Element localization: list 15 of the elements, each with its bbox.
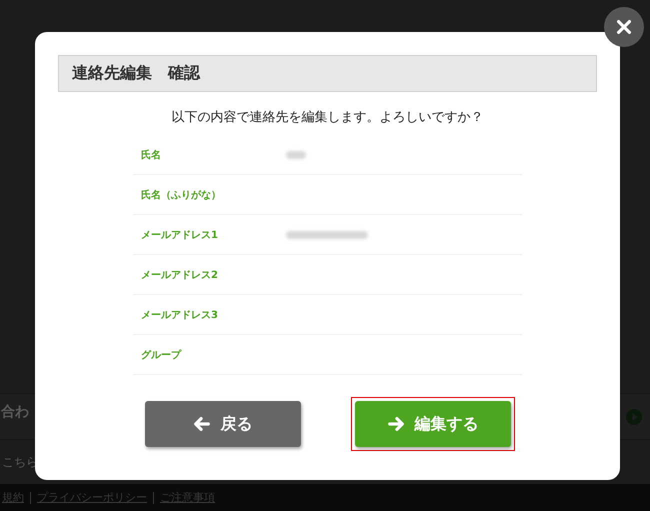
field-label: 氏名（ふりがな） — [140, 188, 222, 202]
arrow-left-icon — [192, 415, 210, 433]
back-button[interactable]: 戻る — [144, 401, 300, 447]
confirm-message: 以下の内容で連絡先を編集します。よろしいですか？ — [172, 109, 484, 126]
dialog-title: 連絡先編集 確認 — [58, 55, 597, 92]
field-label: 氏名 — [140, 148, 162, 162]
submit-button[interactable]: 編集する — [354, 401, 510, 447]
section-heading: 合わ — [1, 402, 29, 420]
field-label: メールアドレス1 — [140, 228, 219, 242]
field-label: グループ — [140, 348, 182, 362]
close-button[interactable] — [604, 7, 644, 47]
close-icon — [615, 18, 633, 36]
arrow-right-icon — [386, 415, 404, 433]
field-label: メールアドレス3 — [140, 308, 219, 322]
field-label: メールアドレス2 — [140, 268, 219, 282]
